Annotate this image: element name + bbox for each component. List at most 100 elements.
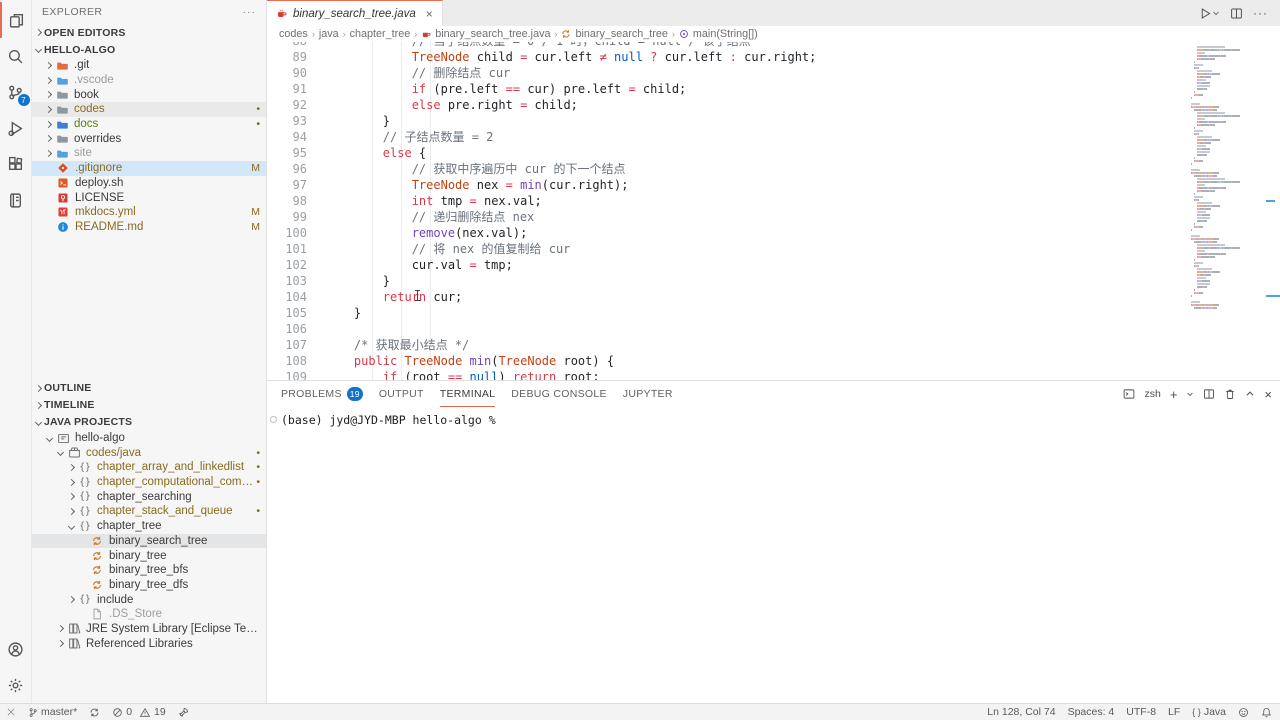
code-line-89[interactable]: 89 TreeNode child = cur.left ≠ null ? cu… (267, 49, 1188, 65)
explorer-item-overrides[interactable]: overrides (32, 131, 266, 146)
code-line-94[interactable]: 94 // 子结点数量 = 2 (267, 129, 1188, 145)
activity-bar-extensions-icon[interactable] (0, 146, 32, 182)
encoding-setting[interactable]: UTF-8 (1126, 706, 1156, 718)
breadcrumb-item[interactable]: binary_search_tree (575, 28, 667, 40)
java-project-item-binary-tree-bfs[interactable]: binary_tree_bfs (32, 563, 266, 578)
eol-setting[interactable]: LF (1168, 706, 1180, 718)
section-outline[interactable]: OUTLINE (32, 380, 266, 397)
notifications-bell-icon[interactable] (1261, 707, 1272, 718)
java-server-status-icon[interactable] (178, 707, 189, 718)
code-line-91[interactable]: 91 if (pre.left == cur) pre.left = child… (267, 81, 1188, 97)
more-actions-icon[interactable]: ··· (243, 6, 257, 18)
activity-bar-search-icon[interactable] (0, 38, 32, 74)
java-project-item-binary-tree-dfs[interactable]: binary_tree_dfs (32, 578, 266, 593)
code-line-105[interactable]: 105 } (267, 305, 1188, 321)
code-line-107[interactable]: 107 /* 获取最小结点 */ (267, 337, 1188, 353)
code-line-99[interactable]: 99 // 递归删除结点 nex (267, 209, 1188, 225)
section-timeline[interactable]: TIMELINE (32, 397, 266, 414)
code-line-95[interactable]: 95 else { (267, 145, 1188, 161)
problems-status[interactable]: 0 19 (112, 706, 166, 718)
breadcrumb-item[interactable]: java (319, 28, 339, 40)
breadcrumb-item[interactable]: chapter_tree (350, 28, 411, 40)
breadcrumb-item[interactable]: main(String[]) (693, 28, 758, 40)
activity-bar-settings-gear-icon[interactable] (0, 667, 32, 703)
code-line-103[interactable]: 103 } (267, 273, 1188, 289)
split-terminal-button[interactable] (1203, 388, 1215, 400)
explorer-item--vscode[interactable]: .vscode (32, 73, 266, 88)
run-button[interactable] (1199, 7, 1220, 20)
code-line-97[interactable]: 97 TreeNode nex = min(cur.right); (267, 177, 1188, 193)
indentation-setting[interactable]: Spaces: 4 (1068, 706, 1115, 718)
java-project-item-chapter-searching[interactable]: {}chapter_searching (32, 489, 266, 504)
explorer-item-book[interactable]: book (32, 87, 266, 102)
code-line-101[interactable]: 101 // 将 nex 的值复制给 cur (267, 241, 1188, 257)
kill-terminal-button[interactable] (1224, 388, 1236, 400)
code-line-100[interactable]: 100 remove(nex.val); (267, 225, 1188, 241)
code-line-102[interactable]: 102 cur.val = tmp; (267, 257, 1188, 273)
java-project-item-chapter-array-and-linkedlist[interactable]: {}chapter_array_and_linkedlist• (32, 460, 266, 475)
close-panel-button[interactable]: × (1264, 387, 1272, 402)
cursor-position[interactable]: Ln 128, Col 74 (987, 706, 1055, 718)
section-open-editors[interactable]: OPEN EDITORS (32, 24, 266, 41)
sync-button[interactable] (89, 707, 100, 718)
breadcrumb-item[interactable]: codes (279, 28, 308, 40)
section-java-projects[interactable]: JAVA PROJECTS (32, 414, 266, 431)
explorer-item-site[interactable]: site (32, 146, 266, 161)
close-icon[interactable]: × (426, 7, 433, 21)
code-line-88[interactable]: 88 // 当子结点数量 = 0 / 1 时，child = null / 该子… (267, 42, 1188, 49)
java-project-item-referenced-libraries[interactable]: Referenced Libraries (32, 636, 266, 651)
explorer-item-license[interactable]: LICENSE (32, 190, 266, 205)
explorer-item--gitignore[interactable]: .gitignoreM (32, 161, 266, 176)
language-mode[interactable]: { } Java (1192, 706, 1226, 718)
code-line-98[interactable]: 98 int tmp = nex.val; (267, 193, 1188, 209)
code-editor[interactable]: 88 // 当子结点数量 = 0 / 1 时，child = null / 该子… (267, 42, 1280, 380)
new-terminal-button[interactable]: + (1170, 387, 1178, 402)
java-project-item-chapter-stack-and-queue[interactable]: {}chapter_stack_and_queue• (32, 504, 266, 519)
activity-bar-account-icon[interactable] (0, 631, 32, 667)
explorer-item-mkdocs-yml[interactable]: mkdocs.ymlM (32, 205, 266, 220)
java-project-item-jre-system-library-eclipse-temurin-17-17-[interactable]: JRE System Library [Eclipse Temurin 17 [… (32, 622, 266, 637)
java-project-item-binary-search-tree[interactable]: binary_search_tree (32, 534, 266, 549)
java-project-item-chapter-tree[interactable]: {}chapter_tree (32, 519, 266, 534)
explorer-item-deploy-sh[interactable]: deploy.sh (32, 176, 266, 191)
explorer-item-readme-md[interactable]: README.mdM (32, 220, 266, 235)
code-line-109[interactable]: 109 if (root == null) return root; (267, 369, 1188, 380)
breadcrumb-item[interactable]: binary_search_tree.java (435, 28, 550, 40)
explorer-item-docs[interactable]: docs• (32, 117, 266, 132)
feedback-smiley-icon[interactable] (1238, 707, 1249, 718)
split-editor-button[interactable] (1230, 7, 1243, 20)
code-line-108[interactable]: 108 public TreeNode min(TreeNode root) { (267, 353, 1188, 369)
java-project-item-codes-java[interactable]: codes/java• (32, 445, 266, 460)
tab-debug-console[interactable]: DEBUG CONSOLE (511, 381, 607, 407)
section-workspace[interactable]: HELLO-ALGO (32, 41, 266, 58)
minimap[interactable] (1188, 42, 1266, 380)
explorer-item--git[interactable]: .git (32, 58, 266, 73)
code-line-96[interactable]: 96 // 获取中序遍历中 cur 的下一个结点 (267, 161, 1188, 177)
activity-bar-notebook-icon[interactable] (0, 182, 32, 218)
tab-problems[interactable]: PROBLEMS 19 (281, 381, 363, 407)
maximize-panel-button[interactable] (1245, 389, 1255, 399)
activity-bar-run-debug-icon[interactable] (0, 110, 32, 146)
java-project-item-chapter-computational-complexity[interactable]: {}chapter_computational_complexity• (32, 475, 266, 490)
terminal-output[interactable]: (base) jyd@JYD-MBP hello-algo % (267, 407, 1280, 703)
git-branch-status[interactable]: master* (28, 706, 77, 718)
code-line-106[interactable]: 106 (267, 321, 1188, 337)
shell-selector[interactable]: zsh (1144, 388, 1160, 400)
explorer-item-codes[interactable]: codes• (32, 102, 266, 117)
java-project-item--ds-store[interactable]: .DS_Store (32, 607, 266, 622)
java-project-item-binary-tree[interactable]: binary_tree (32, 548, 266, 563)
launch-profile-chevron-icon[interactable] (1186, 390, 1194, 398)
activity-bar-files-icon[interactable] (0, 2, 32, 38)
tab-output[interactable]: OUTPUT (379, 381, 424, 407)
activity-bar-source-control-icon[interactable]: 7 (0, 74, 32, 110)
more-actions-icon[interactable]: ··· (1253, 6, 1268, 20)
code-line-104[interactable]: 104 return cur; (267, 289, 1188, 305)
tab-terminal[interactable]: TERMINAL (440, 381, 496, 407)
code-line-90[interactable]: 90 // 删除结点 cur (267, 65, 1188, 81)
remote-indicator-icon[interactable] (6, 707, 16, 717)
tab-binary-search-tree[interactable]: binary_search_tree.java × (267, 0, 443, 26)
code-line-92[interactable]: 92 else pre.right = child; (267, 97, 1188, 113)
code-line-93[interactable]: 93 } (267, 113, 1188, 129)
tab-jupyter[interactable]: JUPYTER (623, 381, 673, 407)
java-project-item-include[interactable]: {}include (32, 592, 266, 607)
